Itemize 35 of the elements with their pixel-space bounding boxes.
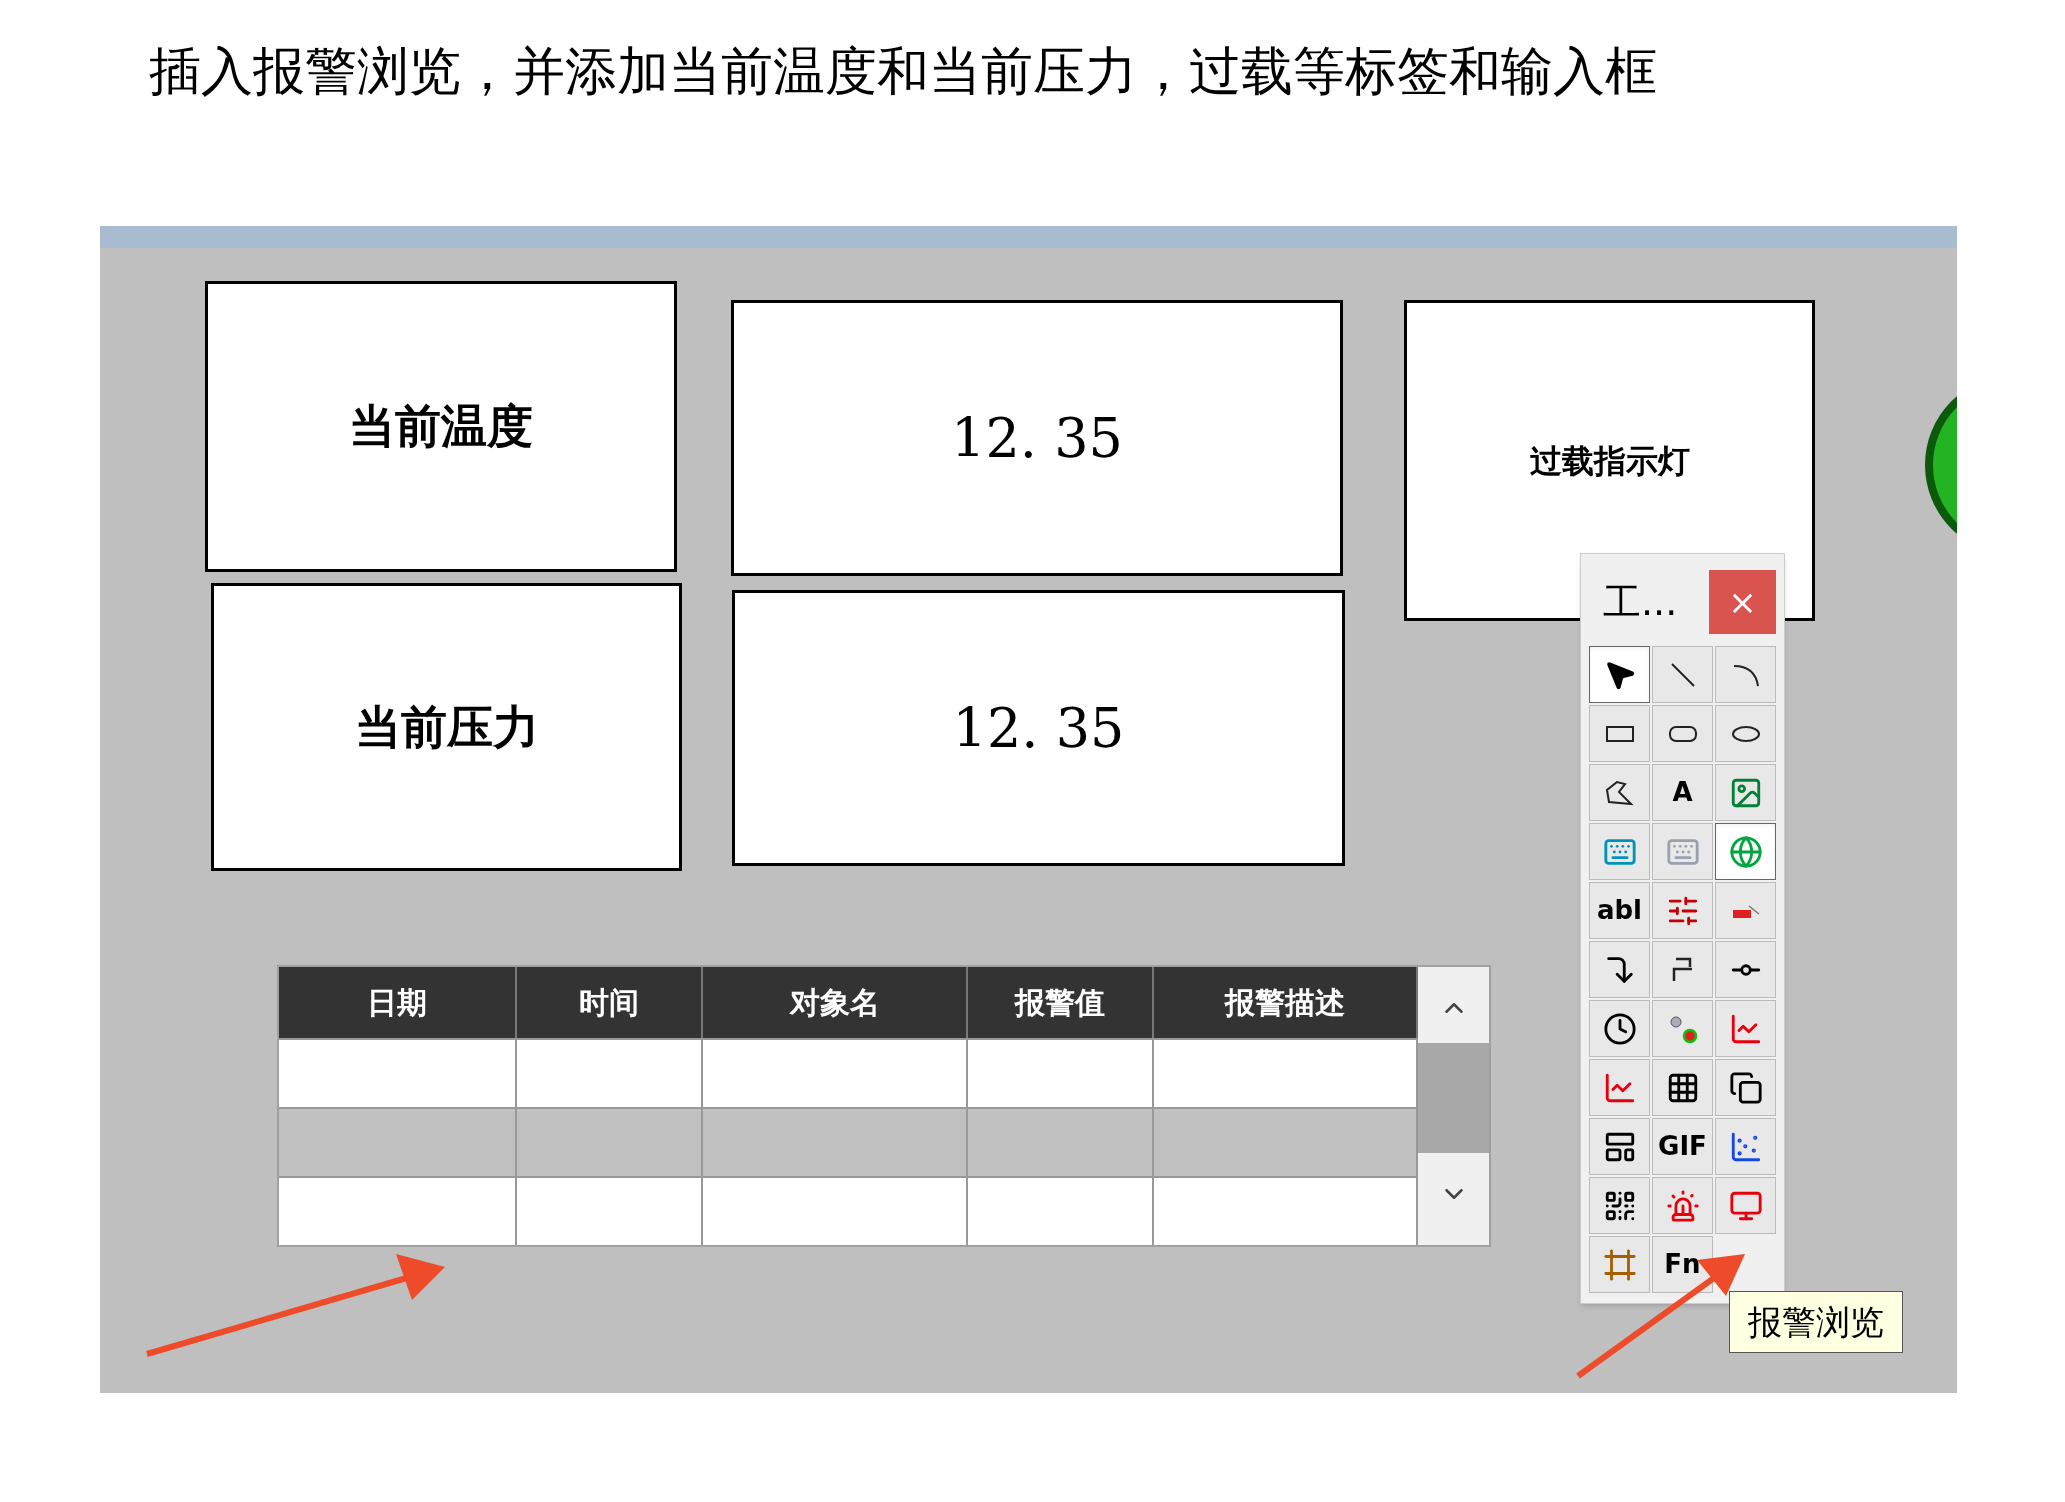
scrollbar[interactable] [1418,967,1489,1245]
tool-button[interactable] [1715,705,1776,762]
tool-button[interactable]: GIF [1652,1118,1713,1175]
instruction-text: 插入报警浏览，并添加当前温度和当前压力，过载等标签和输入框 [149,40,1658,103]
column-header: 报警值 [968,967,1154,1038]
tool-button[interactable] [1715,941,1776,998]
close-button[interactable]: × [1709,570,1776,634]
globe-icon [1728,834,1763,869]
toolbox-title: 工... [1603,578,1678,626]
column-header: 日期 [279,967,517,1038]
tool-button[interactable] [1652,705,1713,762]
tooltip: 报警浏览 [1729,1291,1903,1353]
tool-button[interactable] [1652,1059,1713,1116]
label-box: 当前压力 [211,583,682,871]
tool-button[interactable] [1589,646,1650,703]
stack-icon [1728,1070,1763,1105]
value-field[interactable]: 12. 35 [732,590,1345,866]
label-box: 当前温度 [205,281,677,572]
tool-button[interactable] [1589,1177,1650,1234]
tool-button[interactable] [1715,1059,1776,1116]
tool-button[interactable] [1652,941,1713,998]
tool-button[interactable] [1589,764,1650,821]
tool-button[interactable] [1589,705,1650,762]
tool-button[interactable] [1589,1118,1650,1175]
tool-button[interactable]: Fn [1652,1236,1713,1293]
tool-button[interactable]: abl [1589,882,1650,939]
column-header: 报警描述 [1154,967,1418,1038]
tool-button[interactable]: A [1652,764,1713,821]
tool-button[interactable] [1589,941,1650,998]
column-header: 对象名 [703,967,968,1038]
scroll-thumb[interactable] [1418,1043,1489,1153]
column-header: 时间 [517,967,703,1038]
siren-icon [1665,1188,1700,1223]
value-field[interactable]: 12. 35 [731,300,1343,576]
tool-button[interactable] [1589,1000,1650,1057]
